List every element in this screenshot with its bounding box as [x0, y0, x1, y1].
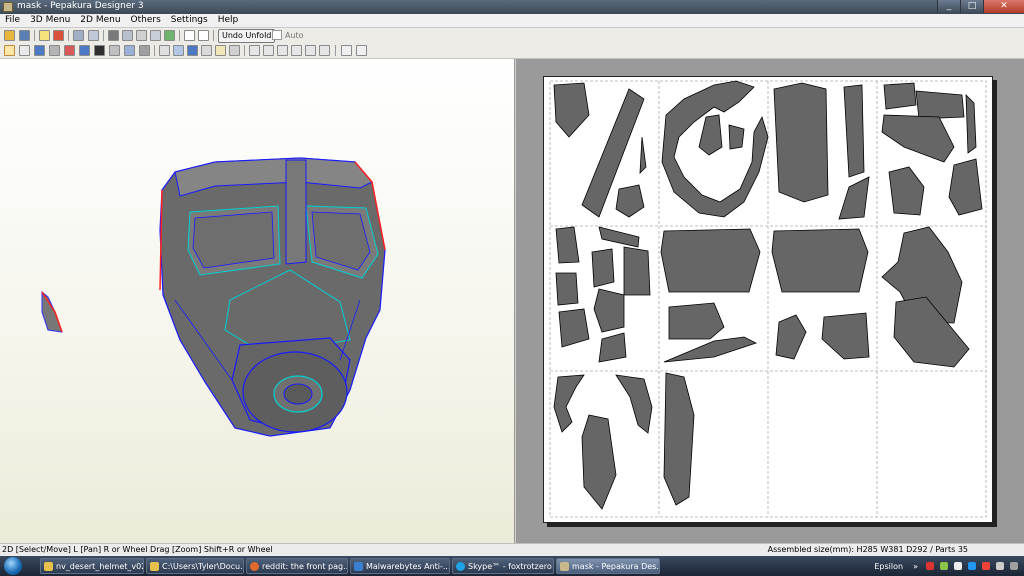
text-icon[interactable] — [201, 45, 212, 56]
menu-help[interactable]: Help — [213, 14, 244, 27]
align-bottom-icon[interactable] — [319, 45, 330, 56]
tray-flag-icon[interactable] — [954, 562, 962, 570]
rotate-icon[interactable] — [73, 30, 84, 41]
auto-checkbox[interactable]: Auto — [272, 30, 304, 40]
title-bar: mask - Pepakura Designer 3 _ □ ✕ — [0, 0, 1024, 14]
edge-icon[interactable] — [49, 45, 60, 56]
move-mode-icon[interactable] — [19, 45, 30, 56]
select-mode-icon[interactable] — [4, 45, 15, 56]
window-title: mask - Pepakura Designer 3 — [17, 1, 144, 11]
tray-usb-icon[interactable] — [1010, 562, 1018, 570]
cube-icon[interactable] — [122, 30, 133, 41]
unfolded-parts — [549, 80, 987, 518]
save-icon[interactable] — [19, 30, 30, 41]
pepakura-icon — [560, 562, 569, 571]
menu-bar: File 3D Menu 2D Menu Others Settings Hel… — [0, 14, 1024, 28]
align-left-icon[interactable] — [249, 45, 260, 56]
undo-icon[interactable] — [341, 45, 352, 56]
split-icon[interactable] — [124, 45, 135, 56]
rotate-part-icon[interactable] — [139, 45, 150, 56]
number-icon[interactable] — [79, 45, 90, 56]
assembled-size: Assembled size(mm): H285 W381 D292 / Par… — [767, 545, 968, 554]
redo-icon[interactable] — [356, 45, 367, 56]
taskbar-item-explorer[interactable]: C:\Users\Tyler\Docu... — [146, 558, 244, 574]
taskbar-item-skype[interactable]: Skype™ - foxtrotzero — [452, 558, 554, 574]
menu-2d[interactable]: 2D Menu — [75, 14, 125, 27]
taskbar-item-browser[interactable]: reddit: the front pag... — [246, 558, 348, 574]
tray-volume-icon[interactable] — [996, 562, 1004, 570]
menu-settings[interactable]: Settings — [166, 14, 213, 27]
maximize-button[interactable]: □ — [960, 0, 983, 13]
panel-left-icon[interactable] — [184, 30, 195, 41]
align-top-icon[interactable] — [291, 45, 302, 56]
status-bar: 2D [Select/Move] L [Pan] R or Wheel Drag… — [0, 543, 1024, 556]
fit-icon[interactable] — [159, 45, 170, 56]
image-icon[interactable] — [215, 45, 226, 56]
3d-view-pane[interactable] — [0, 59, 515, 543]
undo-unfold-button[interactable]: Undo Unfold — [218, 29, 276, 43]
skype-icon — [456, 562, 465, 571]
open-icon[interactable] — [4, 30, 15, 41]
bulb-icon[interactable] — [39, 30, 50, 41]
color-icon[interactable] — [53, 30, 64, 41]
pattern-icon[interactable] — [187, 45, 198, 56]
start-orb-icon[interactable] — [4, 557, 22, 575]
explorer-icon — [150, 562, 159, 571]
join-icon[interactable] — [109, 45, 120, 56]
folder-icon — [44, 562, 53, 571]
tray-app-icon[interactable] — [926, 562, 934, 570]
paint-icon[interactable] — [164, 30, 175, 41]
menu-others[interactable]: Others — [126, 14, 166, 27]
flap-icon[interactable] — [64, 45, 75, 56]
malwarebytes-icon — [354, 562, 363, 571]
menu-file[interactable]: File — [0, 14, 25, 27]
align-right-icon[interactable] — [277, 45, 288, 56]
panel-right-icon[interactable] — [198, 30, 209, 41]
tray-expand-icon[interactable]: » — [913, 562, 918, 571]
menu-3d[interactable]: 3D Menu — [25, 14, 75, 27]
minimize-button[interactable]: _ — [937, 0, 960, 13]
anchor-icon[interactable] — [136, 30, 147, 41]
view-icon[interactable] — [88, 30, 99, 41]
tray-shield-icon[interactable] — [968, 562, 976, 570]
windows-taskbar: nv_desert_helmet_v02 C:\Users\Tyler\Docu… — [0, 556, 1024, 576]
mirror-icon[interactable] — [229, 45, 240, 56]
grid-icon[interactable] — [34, 45, 45, 56]
main-toolbar: Undo Unfold Auto — [0, 28, 1024, 44]
app-icon — [3, 2, 13, 12]
mode-hint: 2D [Select/Move] L [Pan] R or Wheel Drag… — [2, 545, 273, 554]
system-tray: Epsilon » — [874, 558, 1024, 574]
paper-sheet — [543, 76, 993, 523]
2d-view-pane[interactable] — [516, 59, 1024, 543]
taskbar-item-pepakura[interactable]: mask - Pepakura Des... — [556, 558, 660, 574]
tray-network-icon[interactable] — [940, 562, 948, 570]
tray-alert-icon[interactable] — [982, 562, 990, 570]
part-shapes — [553, 80, 983, 510]
3d-mask-model — [41, 157, 386, 437]
taskbar-item-malwarebytes[interactable]: Malwarebytes Anti-... — [350, 558, 450, 574]
zoom-icon[interactable] — [173, 45, 184, 56]
edit-toolbar — [0, 43, 1024, 59]
select-icon[interactable] — [150, 30, 161, 41]
pencil-icon[interactable] — [108, 30, 119, 41]
align-middle-icon[interactable] — [305, 45, 316, 56]
auto-label: Auto — [285, 30, 304, 40]
close-button[interactable]: ✕ — [983, 0, 1024, 13]
dark-part-icon[interactable] — [94, 45, 105, 56]
firefox-icon — [250, 562, 259, 571]
language-indicator[interactable]: Epsilon — [874, 562, 903, 571]
align-center-icon[interactable] — [263, 45, 274, 56]
taskbar-item-folder[interactable]: nv_desert_helmet_v02 — [40, 558, 144, 574]
